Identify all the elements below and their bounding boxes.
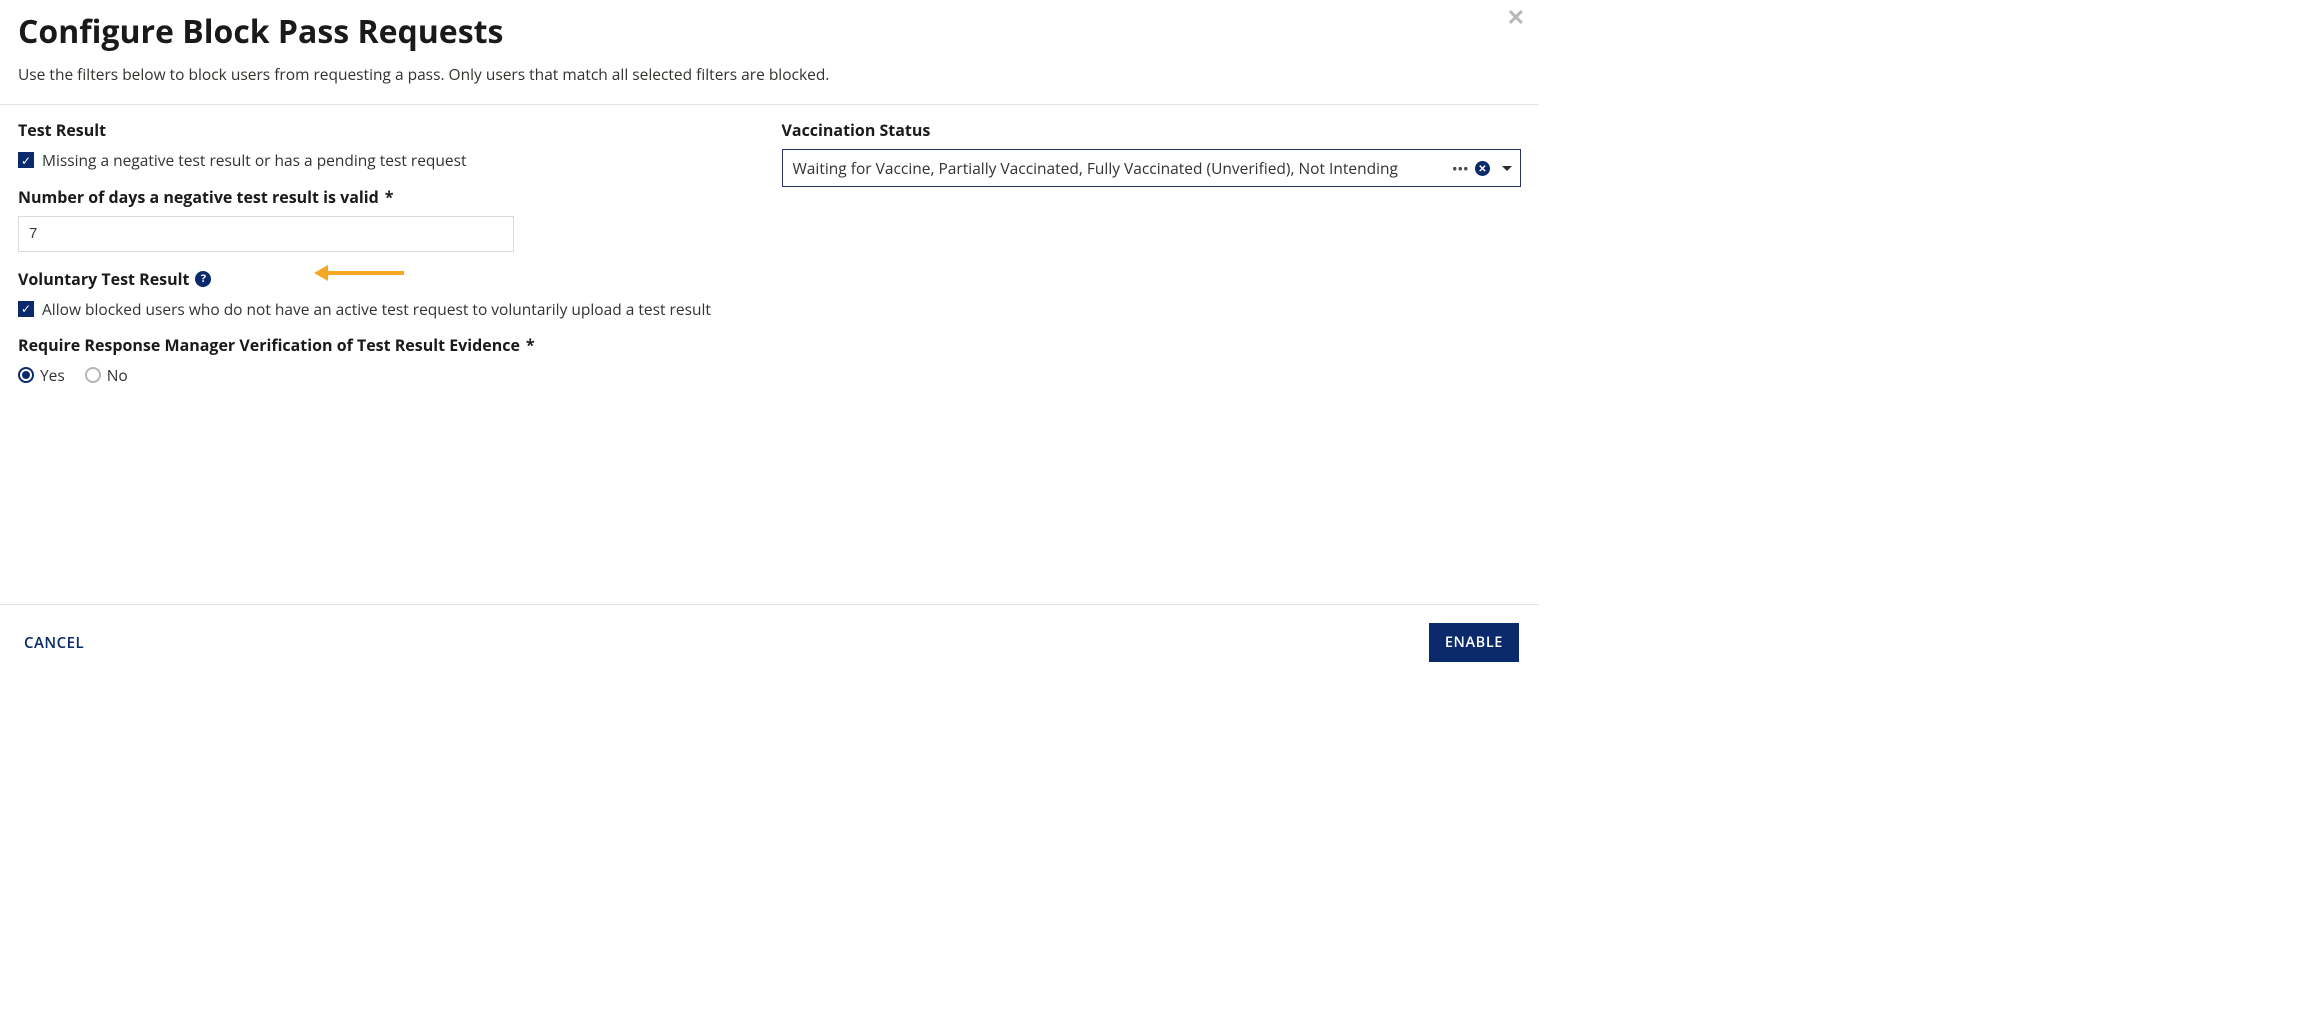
page-subtitle: Use the filters below to block users fro… [18, 63, 1521, 86]
radio-selected-icon[interactable] [18, 367, 34, 383]
vaccination-status-select[interactable]: Waiting for Vaccine, Partially Vaccinate… [782, 149, 1522, 187]
checkbox-checked-icon[interactable]: ✓ [18, 152, 34, 168]
modal-body: Test Result ✓ Missing a negative test re… [0, 105, 1539, 386]
require-verify-label: Require Response Manager Verification of… [18, 334, 758, 356]
radio-yes-label: Yes [40, 364, 65, 386]
days-valid-label: Number of days a negative test result is… [18, 186, 758, 208]
test-result-label-text: Test Result [18, 119, 106, 141]
cancel-button[interactable]: CANCEL [24, 633, 84, 653]
vaccination-status-label: Vaccination Status [782, 119, 1522, 141]
clear-selection-icon[interactable]: ✕ [1475, 161, 1490, 176]
require-verify-radio-group: Yes No [18, 364, 758, 386]
modal-header: ✕ Configure Block Pass Requests Use the … [0, 0, 1539, 105]
voluntary-test-label: Voluntary Test Result ? [18, 268, 758, 290]
test-result-checkbox-row[interactable]: ✓ Missing a negative test result or has … [18, 149, 758, 171]
left-column: Test Result ✓ Missing a negative test re… [18, 119, 758, 386]
voluntary-test-label-text: Voluntary Test Result [18, 268, 189, 290]
right-column: Vaccination Status Waiting for Vaccine, … [782, 119, 1522, 386]
checkbox-checked-icon[interactable]: ✓ [18, 301, 34, 317]
modal-footer: CANCEL ENABLE [0, 604, 1539, 680]
require-verify-label-text: Require Response Manager Verification of… [18, 334, 520, 356]
page-title: Configure Block Pass Requests [18, 10, 1521, 53]
radio-no-label: No [107, 364, 128, 386]
close-icon[interactable]: ✕ [1507, 6, 1525, 28]
days-valid-label-text: Number of days a negative test result is… [18, 186, 379, 208]
required-marker: * [526, 334, 535, 356]
test-result-checkbox-label: Missing a negative test result or has a … [42, 149, 467, 171]
vaccination-status-label-text: Vaccination Status [782, 119, 931, 141]
days-valid-input[interactable] [18, 216, 514, 252]
required-marker: * [385, 186, 394, 208]
radio-unselected-icon[interactable] [85, 367, 101, 383]
help-icon[interactable]: ? [195, 271, 211, 287]
voluntary-checkbox-row[interactable]: ✓ Allow blocked users who do not have an… [18, 298, 758, 320]
radio-yes[interactable]: Yes [18, 364, 65, 386]
voluntary-checkbox-label: Allow blocked users who do not have an a… [42, 298, 711, 320]
vaccination-status-value: Waiting for Vaccine, Partially Vaccinate… [793, 157, 1447, 179]
test-result-label: Test Result [18, 119, 758, 141]
enable-button[interactable]: ENABLE [1429, 623, 1519, 662]
ellipsis-icon: ••• [1452, 160, 1469, 177]
radio-no[interactable]: No [85, 364, 128, 386]
chevron-down-icon[interactable] [1502, 166, 1512, 171]
